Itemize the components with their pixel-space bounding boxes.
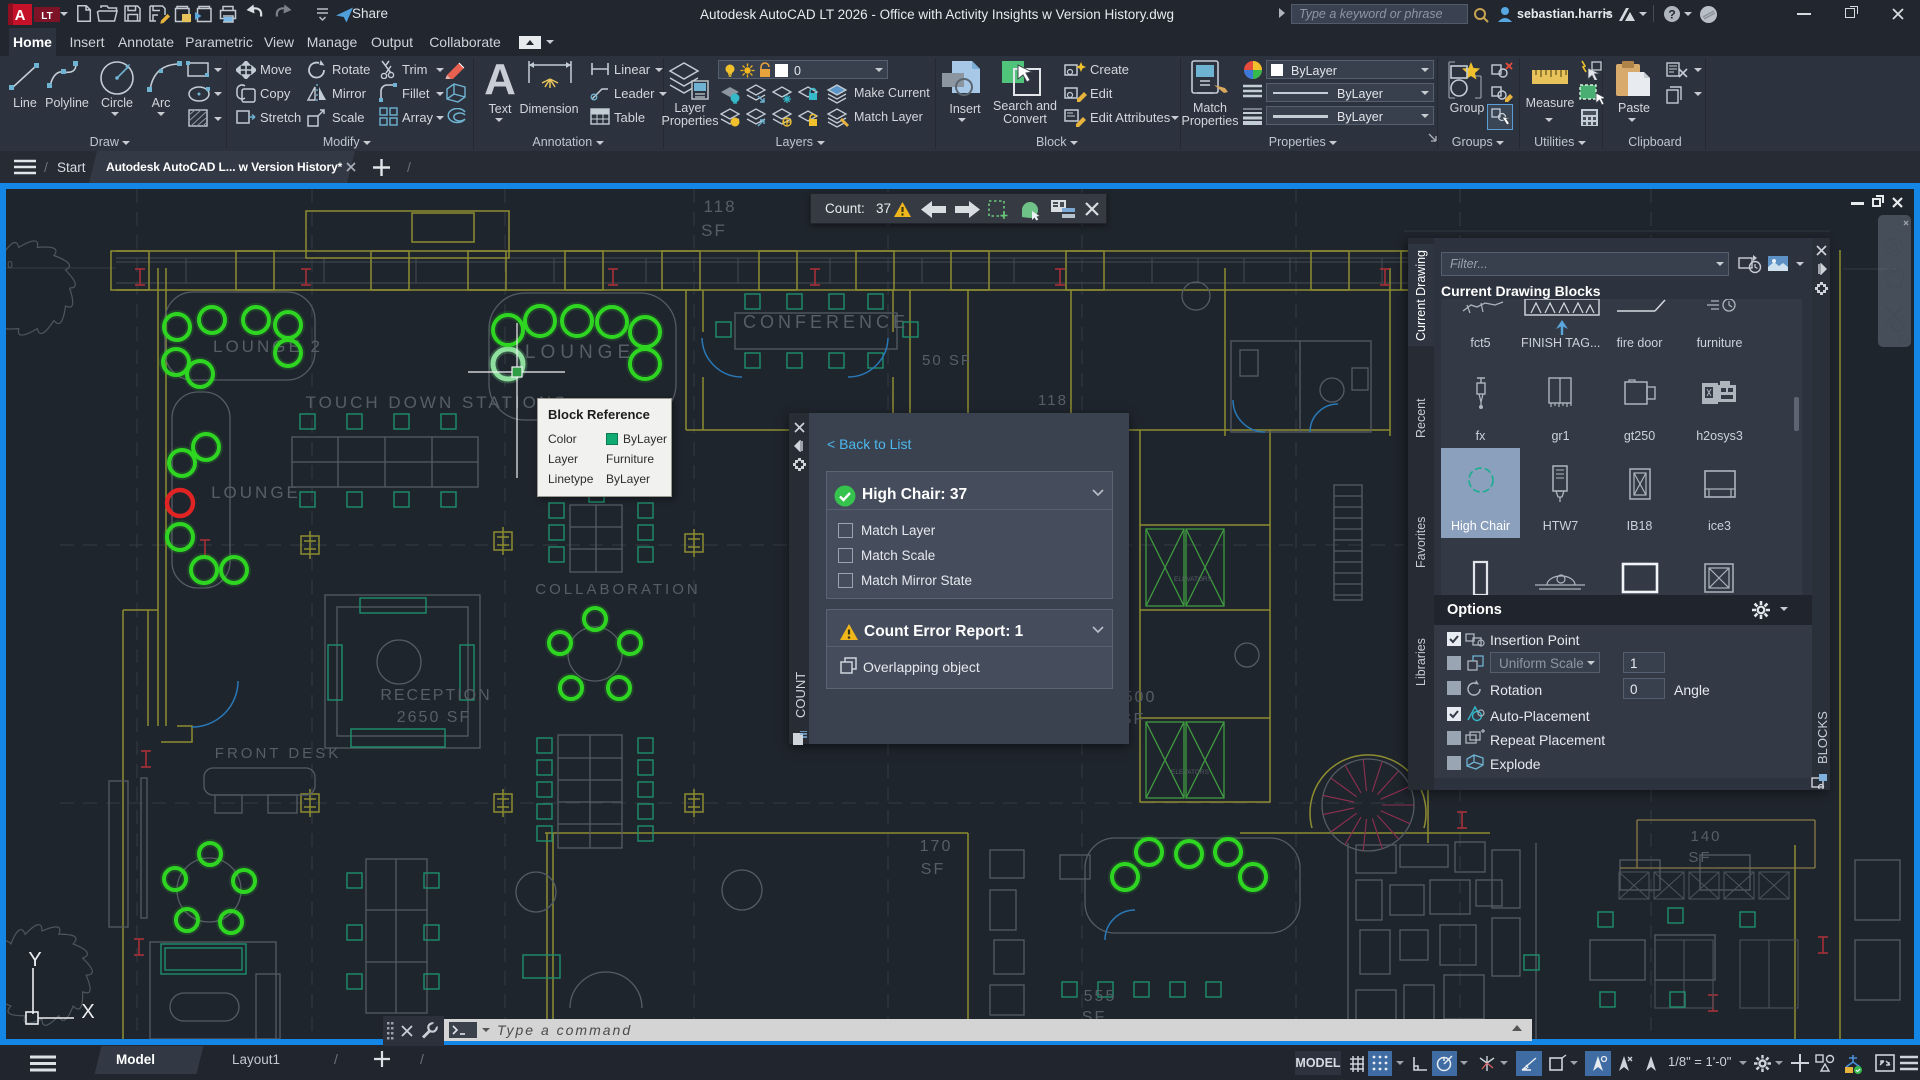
svg-text:118: 118 xyxy=(1038,392,1068,409)
svg-text:170: 170 xyxy=(920,838,953,855)
svg-text:555: 555 xyxy=(1084,988,1117,1005)
svg-text:2650 SF: 2650 SF xyxy=(397,709,471,726)
svg-text:118: 118 xyxy=(703,197,736,216)
svg-text:SF: SF xyxy=(1688,849,1711,866)
svg-text:LT: LT xyxy=(41,11,52,22)
svg-text:50 SF: 50 SF xyxy=(922,352,972,369)
svg-text:COLLABORATION: COLLABORATION xyxy=(535,581,700,598)
svg-text:140: 140 xyxy=(1690,828,1721,845)
svg-text:SF: SF xyxy=(921,861,945,878)
svg-text:ELEVATORS: ELEVATORS xyxy=(1174,576,1213,583)
svg-text:RECEPTION: RECEPTION xyxy=(380,687,491,704)
svg-text:?: ? xyxy=(1668,8,1675,22)
svg-text:TOUCH DOWN STATIONS: TOUCH DOWN STATIONS xyxy=(306,393,569,412)
svg-text:LOUNGE 2: LOUNGE 2 xyxy=(213,337,323,356)
svg-text:LOUNGE: LOUNGE xyxy=(211,483,301,502)
svg-text:LOUNGE: LOUNGE xyxy=(525,342,635,363)
svg-text:ELEVATORS: ELEVATORS xyxy=(1171,769,1210,776)
svg-text:FRONT DESK: FRONT DESK xyxy=(215,745,341,762)
svg-text:X: X xyxy=(81,1001,94,1023)
svg-text:0: 0 xyxy=(7,260,13,271)
svg-text:Y: Y xyxy=(28,949,41,971)
svg-text:CONFERENCE: CONFERENCE xyxy=(743,312,909,332)
svg-text:A: A xyxy=(15,7,26,24)
svg-text:SF: SF xyxy=(701,221,727,240)
